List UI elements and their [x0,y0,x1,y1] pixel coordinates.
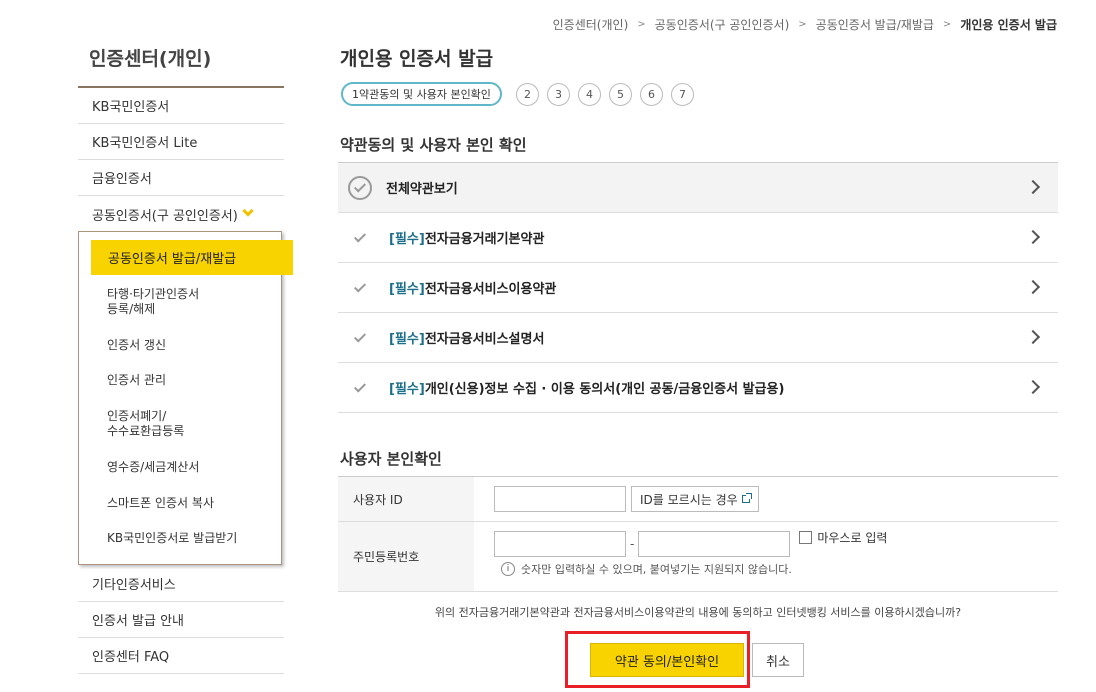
rrn-inputs: - 마우스로 입력 [494,529,887,557]
consent-question: 위의 전자금융거래기본약관과 전자금융서비스이용약관의 내용에 동의하고 인터넷… [434,606,962,619]
submenu-item-cert-renew[interactable]: 인증서 갱신 [107,338,166,353]
sidebar-item-label: 공동인증서(구 공인인증서) [92,208,238,224]
terms-view-all[interactable]: 전체약관보기 [338,163,1058,213]
sidebar-nav: KB국민인증서 KB국민인증서 Lite 금융인증서 공동인증서(구 공인인증서… [78,86,284,232]
breadcrumb-item-issue[interactable]: 공동인증서 발급/재발급 [816,16,934,33]
sidebar-item-faq[interactable]: 인증센터 FAQ [78,638,284,674]
submenu-item-cert-revoke[interactable]: 인증서폐기/ 수수료환급등록 [107,409,184,439]
sidebar-item-label: 인증서 발급 안내 [92,614,184,629]
user-id-row: 사용자 ID ID를 모르시는 경우 [338,477,1058,522]
check-circle-icon[interactable] [348,175,372,200]
term-row[interactable]: [필수]전자금융거래기본약관 [338,213,1058,263]
sidebar-item-kb-cert[interactable]: KB국민인증서 [78,88,284,124]
mouse-input-label: 마우스로 입력 [817,530,888,545]
step-2: 2 [515,82,539,106]
breadcrumb: 인증센터(개인) > 공동인증서(구 공인인증서) > 공동인증서 발급/재발급… [553,16,1057,33]
check-icon[interactable] [352,279,368,293]
term-label: [필수]개인(신용)정보 수집 · 이용 동의서(개인 공동/금융인증서 발급용… [389,378,784,397]
chevron-right-icon [1025,229,1041,245]
sidebar-item-label: 금융인증서 [92,172,152,187]
mouse-input-option[interactable]: 마우스로 입력 [799,529,887,546]
chevron-down-icon [242,205,254,217]
submenu-item-other-cert-register[interactable]: 타행·타기관인증서 등록/해제 [107,287,199,317]
step-3: 3 [546,82,570,106]
sidebar-item-other-services[interactable]: 기타인증서비스 [78,566,284,602]
step-indicator: 1약관동의 및 사용자 본인확인 2 3 4 5 6 7 [341,82,694,106]
chevron-right-icon [1025,279,1041,295]
term-row[interactable]: [필수]개인(신용)정보 수집 · 이용 동의서(개인 공동/금융인증서 발급용… [338,363,1058,413]
term-label: [필수]전자금융거래기본약관 [389,228,544,247]
agree-button[interactable]: 약관 동의/본인확인 [590,643,744,677]
term-row[interactable]: [필수]전자금융서비스이용약관 [338,263,1058,313]
term-title: 개인(신용)정보 수집 · 이용 동의서(개인 공동/금융인증서 발급용) [424,382,785,397]
sidebar-item-label: 기타인증서비스 [92,578,176,593]
rrn-label: 주민등록번호 [338,522,474,591]
sidebar-item-issue-guide[interactable]: 인증서 발급 안내 [78,602,284,638]
rrn-dash: - [630,537,635,551]
rrn-info-text: 숫자만 입력하실 수 있으며, 붙여넣기는 지원되지 않습니다. [521,563,792,576]
rrn-row: 주민등록번호 - 마우스로 입력 i 숫자만 입력하실 수 있으며, 붙여넣기는… [338,522,1058,592]
submenu-item-cert-manage[interactable]: 인증서 관리 [107,373,166,388]
step-4: 4 [577,82,601,106]
rrn-info-note: i 숫자만 입력하실 수 있으며, 붙여넣기는 지원되지 않습니다. [501,561,792,577]
user-id-cell: ID를 모르시는 경우 [474,477,1058,521]
info-icon: i [501,562,515,576]
rrn-cell: - 마우스로 입력 i 숫자만 입력하실 수 있으며, 붙여넣기는 지원되지 않… [474,522,1058,591]
sidebar-item-label: 인증센터 FAQ [92,650,170,665]
step-7: 7 [670,82,694,106]
find-id-button-label: ID를 모르시는 경우 [640,492,738,507]
term-row[interactable]: [필수]전자금융서비스설명서 [338,313,1058,363]
submenu-item-issue-active[interactable]: 공동인증서 발급/재발급 [91,240,293,275]
cancel-button[interactable]: 취소 [752,643,804,677]
terms-list: 전체약관보기 [필수]전자금융거래기본약관 [필수]전자금융서비스이용약관 [필… [338,162,1058,413]
required-tag: [필수] [389,382,425,397]
identity-form: 사용자 ID ID를 모르시는 경우 주민등록번호 - 마우스로 입력 i 숫자… [338,476,1058,592]
find-id-button[interactable]: ID를 모르시는 경우 [631,486,759,512]
chevron-right-icon [1025,329,1041,345]
breadcrumb-item-joint-cert[interactable]: 공동인증서(구 공인인증서) [655,16,790,33]
check-icon[interactable] [352,229,368,243]
check-icon[interactable] [352,329,368,343]
sidebar-nav-bottom: 기타인증서비스 인증서 발급 안내 인증센터 FAQ [78,566,284,674]
terms-section-heading: 약관동의 및 사용자 본인 확인 [340,136,527,154]
sidebar-item-financial-cert[interactable]: 금융인증서 [78,160,284,196]
check-icon[interactable] [352,379,368,393]
sidebar-item-joint-cert[interactable]: 공동인증서(구 공인인증서) [78,196,284,232]
term-title: 전자금융서비스이용약관 [424,282,557,297]
submenu-item-smartphone-copy[interactable]: 스마트폰 인증서 복사 [107,496,214,511]
rrn-front-input[interactable] [494,531,626,557]
step-6: 6 [639,82,663,106]
external-link-icon [741,493,752,503]
required-tag: [필수] [389,332,425,347]
sidebar-item-label: KB국민인증서 Lite [92,136,198,151]
sidebar-title: 인증센터(개인) [89,48,212,70]
breadcrumb-separator-icon: > [942,19,952,30]
step-current: 1약관동의 및 사용자 본인확인 [341,82,502,106]
submenu-item-receipt[interactable]: 영수증/세금계산서 [107,460,199,475]
rrn-back-input[interactable] [638,531,791,557]
term-title: 전자금융서비스설명서 [424,332,545,347]
term-title: 전자금융거래기본약관 [424,232,545,247]
chevron-right-icon [1025,179,1041,195]
submenu-item-kb-cert-issue[interactable]: KB국민인증서로 발급받기 [107,531,237,546]
term-label: [필수]전자금융서비스설명서 [389,328,544,347]
breadcrumb-separator-icon: > [637,19,646,30]
required-tag: [필수] [389,232,425,247]
terms-view-all-label: 전체약관보기 [386,182,458,197]
mouse-input-checkbox[interactable] [799,530,813,544]
sidebar-submenu: 타행·타기관인증서 등록/해제 인증서 갱신 인증서 관리 인증서폐기/ 수수료… [78,231,282,565]
breadcrumb-separator-icon: > [798,19,807,30]
user-id-label: 사용자 ID [338,477,474,521]
breadcrumb-item-auth-center[interactable]: 인증센터(개인) [553,16,629,33]
required-tag: [필수] [389,282,425,297]
sidebar-item-label: KB국민인증서 [92,100,170,115]
breadcrumb-item-current: 개인용 인증서 발급 [960,18,1057,32]
identity-section-heading: 사용자 본인확인 [340,450,442,468]
chevron-right-icon [1025,379,1041,395]
user-id-input[interactable] [494,486,626,512]
page-title: 개인용 인증서 발급 [340,48,494,70]
step-5: 5 [608,82,632,106]
sidebar-item-kb-cert-lite[interactable]: KB국민인증서 Lite [78,124,284,160]
term-label: [필수]전자금융서비스이용약관 [389,278,556,297]
